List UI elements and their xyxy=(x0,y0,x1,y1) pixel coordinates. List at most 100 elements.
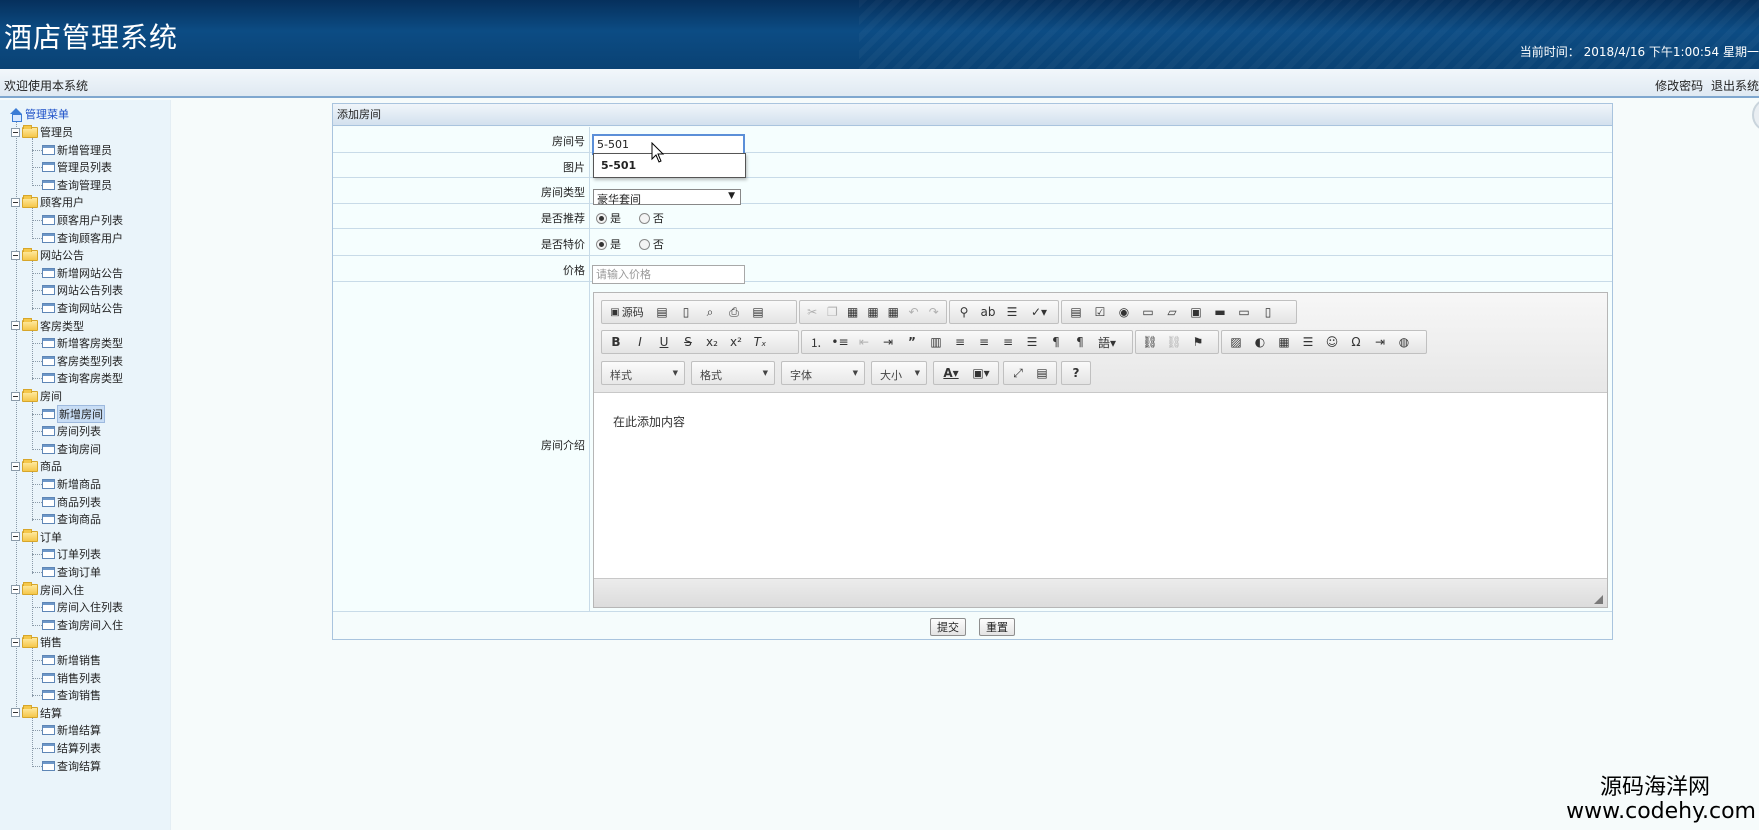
page-break-icon[interactable]: ⇥ xyxy=(1368,332,1392,352)
sidebar-item[interactable]: 销售列表 xyxy=(42,670,101,686)
recommended-no-radio[interactable]: 否 xyxy=(638,210,664,226)
sidebar-group[interactable]: 订单 xyxy=(11,529,62,545)
special-char-icon[interactable]: Ω xyxy=(1344,332,1368,352)
italic-icon[interactable]: I xyxy=(628,332,652,352)
blockquote-icon[interactable]: ” xyxy=(900,332,924,352)
special-no-radio[interactable]: 否 xyxy=(638,236,664,252)
indent-icon[interactable]: ⇥ xyxy=(876,332,900,352)
reset-button[interactable]: 重置 xyxy=(979,618,1015,636)
sidebar-item[interactable]: 新增结算 xyxy=(42,722,101,738)
sidebar-item[interactable]: 订单列表 xyxy=(42,546,101,562)
collapse-icon[interactable] xyxy=(11,461,20,471)
bold-icon[interactable]: B xyxy=(604,332,628,352)
paste-word-icon[interactable]: ▦ xyxy=(883,302,903,322)
format-combo[interactable]: 格式 ▼ xyxy=(691,361,775,385)
anchor-icon[interactable]: ⚑ xyxy=(1186,332,1210,352)
sidebar-group[interactable]: 销售 xyxy=(11,634,62,650)
select-all-icon[interactable]: ☰ xyxy=(1000,302,1024,322)
sidebar-item[interactable]: 查询商品 xyxy=(42,511,101,527)
sidebar-item[interactable]: 新增管理员 xyxy=(42,142,112,158)
show-blocks-icon[interactable]: ▤ xyxy=(1030,363,1054,383)
floating-widget[interactable] xyxy=(1752,98,1759,132)
templates-icon[interactable]: ▤ xyxy=(746,302,770,322)
room-no-input[interactable] xyxy=(592,134,745,155)
collapse-icon[interactable] xyxy=(11,197,20,207)
hidden-field-icon[interactable]: ▯ xyxy=(1256,302,1280,322)
sidebar-item[interactable]: 新增客房类型 xyxy=(42,335,123,351)
textarea-icon[interactable]: ▱ xyxy=(1160,302,1184,322)
sidebar-item[interactable]: 新增房间 xyxy=(42,404,105,423)
maximize-icon[interactable]: ⤢ xyxy=(1006,363,1030,383)
sidebar-group[interactable]: 顾客用户 xyxy=(11,194,84,210)
radio-icon[interactable]: ◉ xyxy=(1112,302,1136,322)
cut-icon[interactable]: ✂ xyxy=(802,302,822,322)
replace-icon[interactable]: ab xyxy=(976,302,1000,322)
special-yes-radio[interactable]: 是 xyxy=(596,236,621,252)
image-icon[interactable]: ▨ xyxy=(1224,332,1248,352)
rtl-icon[interactable]: ¶ xyxy=(1068,332,1092,352)
menu-root[interactable]: 管理菜单 xyxy=(9,106,69,122)
remove-format-icon[interactable]: Tₓ xyxy=(748,332,772,352)
collapse-icon[interactable] xyxy=(11,585,20,595)
sidebar-item[interactable]: 查询结算 xyxy=(42,758,101,774)
collapse-icon[interactable] xyxy=(11,250,20,260)
price-input[interactable] xyxy=(592,265,745,284)
numbered-list-icon[interactable]: ⒈ xyxy=(804,332,828,352)
link-icon[interactable]: ⛓ xyxy=(1138,332,1162,352)
language-icon[interactable]: 語▾ xyxy=(1092,332,1122,352)
sidebar-item[interactable]: 查询顾客用户 xyxy=(42,230,123,246)
sidebar-group[interactable]: 网站公告 xyxy=(11,247,84,263)
find-icon[interactable]: ⚲ xyxy=(952,302,976,322)
button-icon[interactable]: ▬ xyxy=(1208,302,1232,322)
sidebar-group[interactable]: 客房类型 xyxy=(11,318,84,334)
sidebar-item[interactable]: 查询管理员 xyxy=(42,177,112,193)
sidebar-item[interactable]: 客房类型列表 xyxy=(42,353,123,369)
sidebar-group[interactable]: 商品 xyxy=(11,458,62,474)
sidebar-item[interactable]: 管理员列表 xyxy=(42,159,112,175)
align-right-icon[interactable]: ≡ xyxy=(996,332,1020,352)
collapse-icon[interactable] xyxy=(11,637,20,647)
resize-handle-icon[interactable] xyxy=(1594,595,1603,604)
iframe-icon[interactable]: ◍ xyxy=(1392,332,1416,352)
sidebar-item[interactable]: 网站公告列表 xyxy=(42,282,123,298)
textfield-icon[interactable]: ▭ xyxy=(1136,302,1160,322)
source-button[interactable]: ▣ 源码 xyxy=(604,302,650,322)
sidebar-group[interactable]: 结算 xyxy=(11,705,62,721)
change-password-link[interactable]: 修改密码 xyxy=(1655,79,1703,93)
sidebar-item[interactable]: 查询销售 xyxy=(42,687,101,703)
sidebar-item[interactable]: 新增销售 xyxy=(42,652,101,668)
text-color-icon[interactable]: A▾ xyxy=(936,363,966,383)
sidebar-item[interactable]: 查询房间入住 xyxy=(42,617,123,633)
sidebar-item[interactable]: 结算列表 xyxy=(42,740,101,756)
horizontal-rule-icon[interactable]: ☰ xyxy=(1296,332,1320,352)
paste-text-icon[interactable]: ▦ xyxy=(863,302,883,322)
smiley-icon[interactable]: ☺ xyxy=(1320,332,1344,352)
sidebar-group[interactable]: 房间入住 xyxy=(11,582,84,598)
sidebar-item[interactable]: 查询网站公告 xyxy=(42,300,123,316)
sidebar-item[interactable]: 查询订单 xyxy=(42,564,101,580)
flash-icon[interactable]: ◐ xyxy=(1248,332,1272,352)
ltr-icon[interactable]: ¶ xyxy=(1044,332,1068,352)
save-icon[interactable]: ▤ xyxy=(650,302,674,322)
outdent-icon[interactable]: ⇤ xyxy=(852,332,876,352)
spellcheck-icon[interactable]: ✓▾ xyxy=(1024,302,1054,322)
sidebar-item[interactable]: 房间列表 xyxy=(42,423,101,439)
undo-icon[interactable]: ↶ xyxy=(903,302,923,322)
autocomplete-suggestion[interactable]: 5-501 xyxy=(593,153,746,178)
styles-combo[interactable]: 样式 ▼ xyxy=(601,361,685,385)
align-center-icon[interactable]: ≡ xyxy=(972,332,996,352)
sidebar-item[interactable]: 顾客用户列表 xyxy=(42,212,123,228)
subscript-icon[interactable]: x₂ xyxy=(700,332,724,352)
sidebar-item[interactable]: 新增网站公告 xyxy=(42,265,123,281)
font-combo[interactable]: 字体 ▼ xyxy=(781,361,865,385)
bg-color-icon[interactable]: ▣▾ xyxy=(966,363,996,383)
collapse-icon[interactable] xyxy=(11,391,20,401)
div-icon[interactable]: ▥ xyxy=(924,332,948,352)
unlink-icon[interactable]: ⛓ xyxy=(1162,332,1186,352)
collapse-icon[interactable] xyxy=(11,321,20,331)
help-icon[interactable]: ? xyxy=(1064,363,1088,383)
collapse-icon[interactable] xyxy=(11,127,20,137)
collapse-icon[interactable] xyxy=(11,708,20,718)
preview-icon[interactable]: ⌕ xyxy=(698,302,722,322)
logout-link[interactable]: 退出系统 xyxy=(1711,79,1759,93)
